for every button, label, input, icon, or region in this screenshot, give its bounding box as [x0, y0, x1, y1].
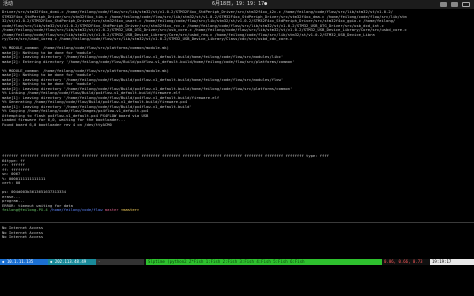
activities-button[interactable]: 活动: [3, 0, 13, 9]
pane-divider[interactable]: [0, 222, 474, 223]
network-icon[interactable]: [440, 2, 447, 7]
terminal-line: No Internet Access: [2, 234, 44, 239]
ip-remote: 202.113.48.49: [54, 259, 87, 264]
system-top-bar: 活动 6月18日，19：19：17●: [0, 0, 474, 9]
prompt-branch: master: [104, 207, 121, 212]
empty-area: [0, 265, 474, 296]
terminal-output[interactable]: Driver/src/stm32f4xx_dcmi.c /home/feilon…: [2, 10, 470, 258]
system-tray[interactable]: [440, 0, 470, 7]
prompt-path: /home/feilong/code/flow: [47, 207, 105, 212]
prompt-user: feilong@feilong-PX-4: [2, 207, 48, 212]
ip-local: 10.1.11.135: [6, 259, 34, 264]
clock[interactable]: 6月18日，19：19：17●: [212, 0, 267, 9]
volume-icon[interactable]: [451, 2, 458, 7]
prompt-mark: <master>: [120, 207, 140, 212]
battery-icon[interactable]: [462, 2, 470, 7]
